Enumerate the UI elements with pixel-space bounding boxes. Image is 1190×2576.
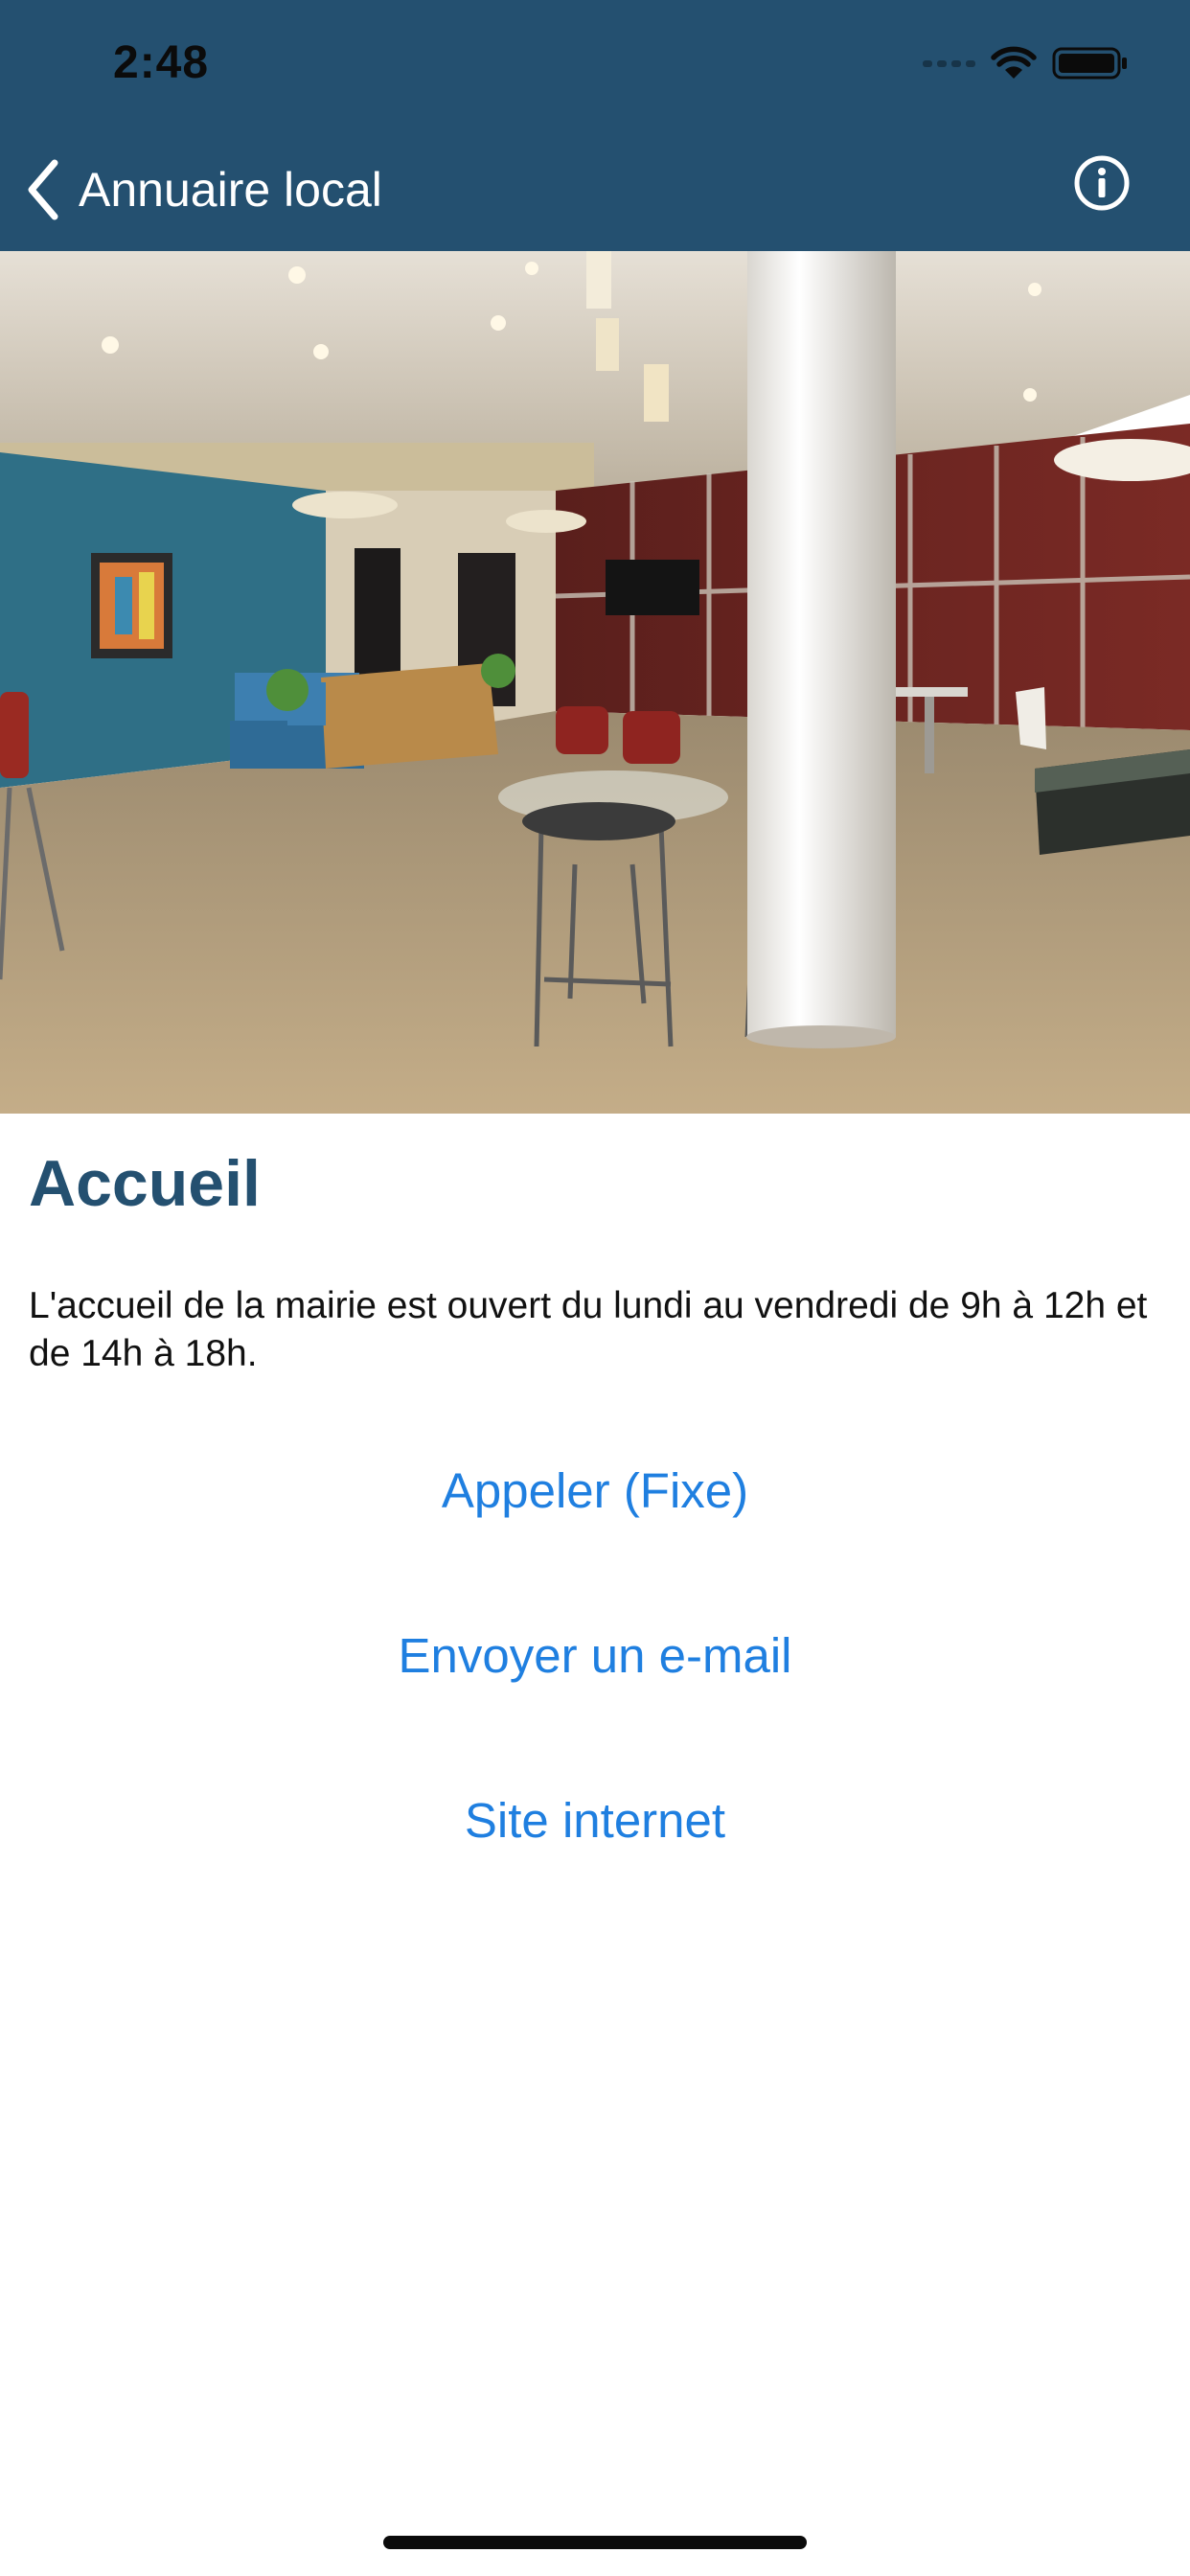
call-button[interactable]: Appeler (Fixe) (0, 1462, 1190, 1519)
description-text: L'accueil de la mairie est ouvert du lun… (29, 1285, 1148, 1374)
battery-icon (1052, 47, 1127, 80)
send-email-button[interactable]: Envoyer un e-mail (0, 1627, 1190, 1684)
info-icon (1074, 155, 1130, 211)
screen: 2:48 Annuaire local Accueil L'accueil de… (0, 0, 1190, 2576)
header: 2:48 Annuaire local (0, 0, 1190, 251)
cellular-signal-icon (923, 59, 975, 67)
page-title: Accueil (29, 1147, 261, 1220)
home-indicator[interactable] (383, 2536, 807, 2549)
back-button-label: Annuaire local (79, 163, 382, 217)
info-button[interactable] (1073, 154, 1131, 212)
status-icons (923, 44, 1129, 82)
wifi-icon (991, 46, 1037, 79)
website-button[interactable]: Site internet (0, 1792, 1190, 1849)
back-button[interactable]: Annuaire local (21, 151, 382, 228)
hero-image (0, 251, 1190, 1114)
chevron-left-icon (21, 156, 65, 223)
status-time: 2:48 (113, 37, 210, 88)
